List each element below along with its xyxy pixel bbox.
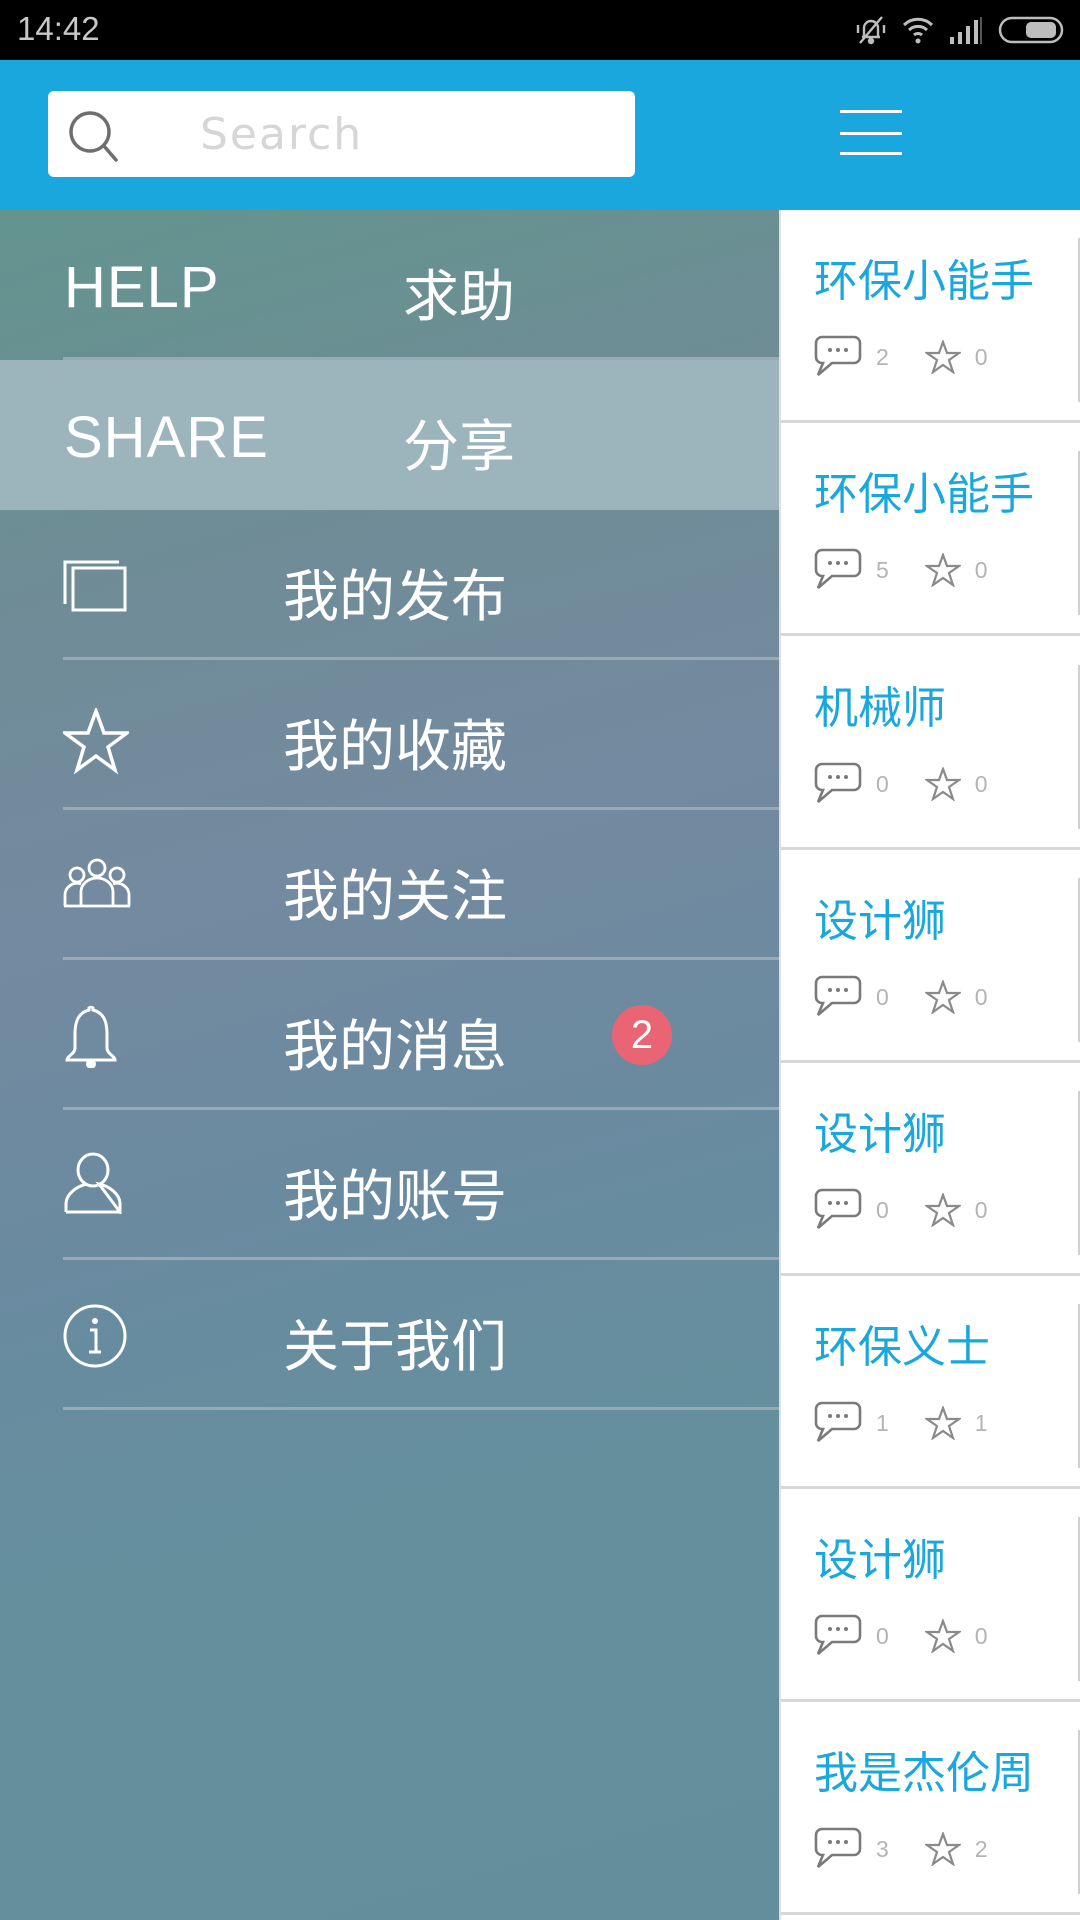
star-icon (63, 708, 129, 774)
comment-count: 0 (876, 983, 889, 1010)
star-count: 0 (974, 1196, 988, 1223)
status-bar: 14:42 (0, 0, 1080, 60)
star-count: 0 (974, 343, 988, 370)
comment-count: 5 (876, 556, 889, 583)
item-stats: 0 0 (814, 975, 988, 1019)
star-icon (924, 980, 961, 1014)
list-item[interactable]: 环保小能手 5 0 (781, 423, 1080, 636)
item-stats: 0 0 (814, 1188, 988, 1232)
drawer-item-label: 求助 (403, 265, 515, 330)
star-count: 1 (974, 1409, 988, 1436)
star-count: 2 (974, 1835, 988, 1862)
item-title: 设计狮 (814, 896, 946, 947)
bell-icon (65, 1005, 117, 1068)
list-item[interactable]: 设计狮 0 0 (781, 1063, 1080, 1276)
comment-icon (814, 1614, 862, 1655)
star-count: 0 (974, 770, 988, 797)
comment-icon (814, 1401, 862, 1442)
status-time: 14:42 (17, 10, 100, 47)
wifi-icon (902, 17, 934, 44)
menu-line (840, 132, 902, 135)
comment-icon (814, 1188, 862, 1229)
list-item[interactable]: 机械师 0 0 (781, 637, 1080, 850)
star-icon (924, 1619, 961, 1653)
comment-icon (814, 1827, 862, 1868)
item-title: 环保义士 (814, 1322, 990, 1373)
comment-count: 1 (876, 1409, 889, 1436)
comment-icon (814, 975, 862, 1016)
drawer-item-label: 我的消息 (283, 1015, 507, 1080)
bell-off-icon (856, 16, 886, 45)
item-title: 我是杰伦周 (814, 1748, 1034, 1799)
item-title: 环保小能手 (814, 256, 1034, 307)
menu-line (840, 110, 902, 113)
list-item[interactable]: 设计狮 0 0 (781, 1489, 1080, 1702)
comment-count: 0 (876, 1622, 889, 1649)
battery-icon (998, 16, 1064, 44)
list-item[interactable]: 环保义士 1 1 (781, 1276, 1080, 1489)
comment-count: 0 (876, 770, 889, 797)
item-stats: 0 0 (814, 762, 988, 806)
comment-icon (814, 335, 862, 376)
drawer-item-following[interactable]: 我的关注 (0, 810, 779, 960)
drawer-item-messages[interactable]: 我的消息 2 (0, 960, 779, 1110)
post-list: 环保小能手 2 0 环保小能手 5 0 机械师 0 0 设计狮 0 0 设计狮 … (779, 210, 1080, 1920)
drawer-item-label: 分享 (403, 415, 515, 480)
app-header (0, 60, 1080, 210)
drawer-item-my-posts[interactable]: 我的发布 (0, 510, 779, 660)
drawer-item-help[interactable]: HELP 求助 (0, 210, 779, 360)
item-stats: 0 0 (814, 1614, 988, 1658)
item-stats: 5 0 (814, 548, 988, 592)
item-stats: 2 0 (814, 335, 988, 379)
my-posts-icon (63, 560, 127, 612)
drawer-item-label: 关于我们 (283, 1315, 507, 1380)
unread-badge: 2 (612, 1005, 672, 1065)
star-icon (924, 553, 961, 587)
menu-line (840, 152, 902, 155)
star-count: 0 (974, 983, 988, 1010)
list-item[interactable]: 我是杰伦周 3 2 (781, 1702, 1080, 1915)
signal-icon (950, 17, 982, 44)
star-count: 0 (974, 1622, 988, 1649)
drawer-item-label: 我的发布 (283, 565, 507, 630)
star-icon (924, 1406, 961, 1440)
group-icon (63, 858, 131, 908)
comment-icon (814, 762, 862, 803)
item-title: 机械师 (814, 683, 946, 734)
item-title: 设计狮 (814, 1535, 946, 1586)
info-icon (63, 1304, 127, 1368)
star-icon (924, 340, 961, 374)
comment-count: 3 (876, 1835, 889, 1862)
search-bar[interactable] (48, 91, 635, 177)
drawer-item-label: 我的收藏 (283, 715, 507, 780)
search-input[interactable] (168, 101, 608, 167)
divider (63, 1407, 779, 1410)
status-icons (854, 11, 1066, 49)
item-title: 环保小能手 (814, 469, 1034, 520)
drawer-item-label: 我的关注 (283, 865, 507, 930)
drawer-item-favorites[interactable]: 我的收藏 (0, 660, 779, 810)
comment-count: 0 (876, 1196, 889, 1223)
list-item[interactable]: 环保小能手 2 0 (781, 210, 1080, 423)
drawer-item-account[interactable]: 我的账号 (0, 1110, 779, 1260)
comment-count: 2 (876, 343, 889, 370)
drawer-item-label-en: SHARE (64, 405, 269, 470)
star-icon (924, 1193, 961, 1227)
user-icon (64, 1152, 122, 1214)
search-icon[interactable] (66, 108, 122, 164)
item-title: 设计狮 (814, 1109, 946, 1160)
drawer-item-label-en: HELP (64, 255, 220, 320)
comment-icon (814, 548, 862, 589)
star-icon (924, 1832, 961, 1866)
item-stats: 1 1 (814, 1401, 988, 1445)
star-icon (924, 767, 961, 801)
list-item[interactable]: 设计狮 0 0 (781, 850, 1080, 1063)
drawer-item-label: 我的账号 (283, 1165, 507, 1230)
navigation-drawer: HELP 求助 SHARE 分享 我的发布 我的收藏 我的关注 我的消息 2 我… (0, 210, 779, 1920)
drawer-item-share[interactable]: SHARE 分享 (0, 360, 779, 510)
item-stats: 3 2 (814, 1827, 988, 1871)
hamburger-menu-button[interactable] (836, 108, 904, 162)
drawer-item-about[interactable]: 关于我们 (0, 1260, 779, 1410)
star-count: 0 (974, 556, 988, 583)
